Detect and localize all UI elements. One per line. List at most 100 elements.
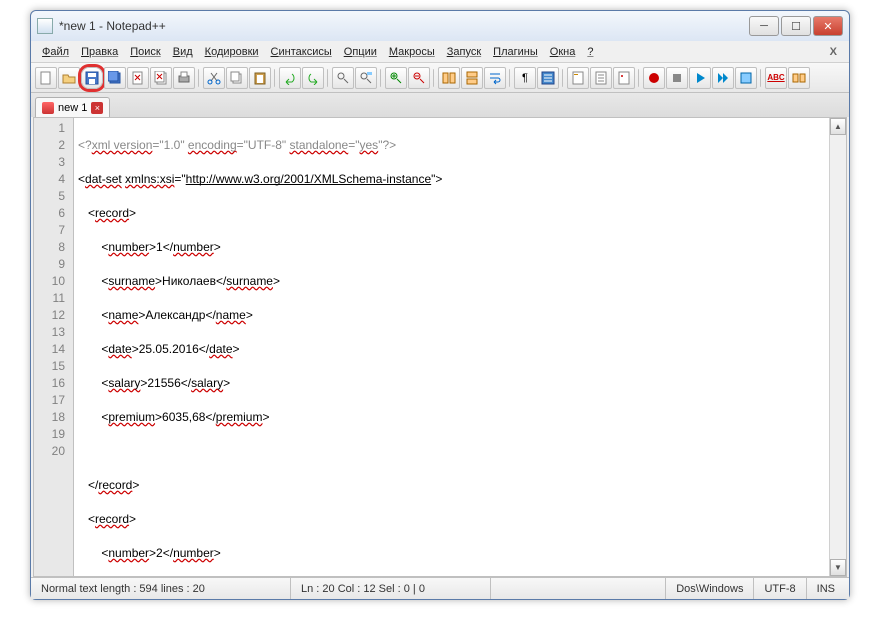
line-number: 1 bbox=[34, 120, 65, 137]
vertical-scrollbar[interactable]: ▲ ▼ bbox=[829, 118, 846, 576]
separator-icon bbox=[198, 69, 200, 87]
line-number: 17 bbox=[34, 392, 65, 409]
line-number: 19 bbox=[34, 426, 65, 443]
scroll-track[interactable] bbox=[830, 135, 846, 559]
window-title: *new 1 - Notepad++ bbox=[59, 19, 749, 33]
file-modified-icon bbox=[42, 102, 54, 114]
line-number: 7 bbox=[34, 222, 65, 239]
line-number: 9 bbox=[34, 256, 65, 273]
status-eol[interactable]: Dos\Windows bbox=[666, 578, 754, 599]
line-number: 15 bbox=[34, 358, 65, 375]
close-button[interactable]: ✕ bbox=[813, 16, 843, 36]
menu-encoding[interactable]: Кодировки bbox=[200, 44, 264, 60]
titlebar[interactable]: *new 1 - Notepad++ ─ ☐ ✕ bbox=[31, 11, 849, 41]
record-macro-button[interactable] bbox=[643, 67, 665, 89]
save-all-button[interactable] bbox=[104, 67, 126, 89]
menu-view[interactable]: Вид bbox=[168, 44, 198, 60]
folder-tree-button[interactable] bbox=[613, 67, 635, 89]
func-list-button[interactable] bbox=[590, 67, 612, 89]
tab-close-button[interactable]: × bbox=[91, 102, 103, 114]
close-all-button[interactable] bbox=[150, 67, 172, 89]
menu-close-x[interactable]: X bbox=[824, 46, 843, 58]
doc-map-button[interactable] bbox=[567, 67, 589, 89]
minimize-button[interactable]: ─ bbox=[749, 16, 779, 36]
status-encoding[interactable]: UTF-8 bbox=[754, 578, 806, 599]
line-number: 13 bbox=[34, 324, 65, 341]
separator-icon bbox=[274, 69, 276, 87]
line-number: 14 bbox=[34, 341, 65, 358]
line-number: 4 bbox=[34, 171, 65, 188]
play-multi-button[interactable] bbox=[712, 67, 734, 89]
find-button[interactable] bbox=[332, 67, 354, 89]
menu-plugins[interactable]: Плагины bbox=[488, 44, 543, 60]
wrap-button[interactable] bbox=[484, 67, 506, 89]
line-number: 11 bbox=[34, 290, 65, 307]
menu-file[interactable]: Файл bbox=[37, 44, 74, 60]
line-number: 5 bbox=[34, 188, 65, 205]
line-number: 18 bbox=[34, 409, 65, 426]
separator-icon bbox=[433, 69, 435, 87]
line-number: 10 bbox=[34, 273, 65, 290]
line-number: 6 bbox=[34, 205, 65, 222]
line-number: 12 bbox=[34, 307, 65, 324]
open-file-button[interactable] bbox=[58, 67, 80, 89]
tabbar: new 1 × bbox=[31, 93, 849, 117]
zoom-out-button[interactable] bbox=[408, 67, 430, 89]
close-file-button[interactable] bbox=[127, 67, 149, 89]
tab-new1[interactable]: new 1 × bbox=[35, 97, 110, 117]
editor: 1 2 3 4 5 6 7 8 9 10 11 12 13 14 15 16 1… bbox=[33, 117, 847, 577]
undo-button[interactable] bbox=[279, 67, 301, 89]
menu-edit[interactable]: Правка bbox=[76, 44, 123, 60]
play-macro-button[interactable] bbox=[689, 67, 711, 89]
menu-search[interactable]: Поиск bbox=[125, 44, 165, 60]
status-length: Normal text length : 594 lines : 20 bbox=[31, 578, 291, 599]
separator-icon bbox=[509, 69, 511, 87]
copy-button[interactable] bbox=[226, 67, 248, 89]
save-macro-button[interactable] bbox=[735, 67, 757, 89]
menu-macro[interactable]: Макросы bbox=[384, 44, 440, 60]
line-number: 20 bbox=[34, 443, 65, 460]
statusbar: Normal text length : 594 lines : 20 Ln :… bbox=[31, 577, 849, 599]
menu-run[interactable]: Запуск bbox=[442, 44, 486, 60]
sync-h-button[interactable] bbox=[461, 67, 483, 89]
indent-guide-button[interactable] bbox=[537, 67, 559, 89]
menu-language[interactable]: Синтаксисы bbox=[266, 44, 337, 60]
menu-settings[interactable]: Опции bbox=[339, 44, 382, 60]
save-button[interactable] bbox=[81, 67, 103, 89]
print-button[interactable] bbox=[173, 67, 195, 89]
replace-button[interactable] bbox=[355, 67, 377, 89]
sync-v-button[interactable] bbox=[438, 67, 460, 89]
stop-macro-button[interactable] bbox=[666, 67, 688, 89]
redo-button[interactable] bbox=[302, 67, 324, 89]
separator-icon bbox=[380, 69, 382, 87]
line-number: 3 bbox=[34, 154, 65, 171]
status-mode[interactable]: INS bbox=[807, 578, 849, 599]
paste-button[interactable] bbox=[249, 67, 271, 89]
tab-label: new 1 bbox=[58, 102, 87, 114]
status-position: Ln : 20 Col : 12 Sel : 0 | 0 bbox=[291, 578, 491, 599]
compare-button[interactable] bbox=[788, 67, 810, 89]
scroll-down-button[interactable]: ▼ bbox=[830, 559, 846, 576]
separator-icon bbox=[638, 69, 640, 87]
invisible-chars-button[interactable]: ¶ bbox=[514, 67, 536, 89]
app-icon bbox=[37, 18, 53, 34]
menu-help[interactable]: ? bbox=[582, 44, 598, 60]
line-number: 16 bbox=[34, 375, 65, 392]
separator-icon bbox=[562, 69, 564, 87]
code-area[interactable]: <?xml version="1.0" encoding="UTF-8" sta… bbox=[74, 118, 829, 576]
separator-icon bbox=[327, 69, 329, 87]
new-file-button[interactable] bbox=[35, 67, 57, 89]
cut-button[interactable] bbox=[203, 67, 225, 89]
toolbar: ¶ ABC bbox=[31, 63, 849, 93]
scroll-up-button[interactable]: ▲ bbox=[830, 118, 846, 135]
line-gutter: 1 2 3 4 5 6 7 8 9 10 11 12 13 14 15 16 1… bbox=[34, 118, 74, 576]
line-number: 2 bbox=[34, 137, 65, 154]
zoom-in-button[interactable] bbox=[385, 67, 407, 89]
separator-icon bbox=[760, 69, 762, 87]
maximize-button[interactable]: ☐ bbox=[781, 16, 811, 36]
app-window: *new 1 - Notepad++ ─ ☐ ✕ Файл Правка Пои… bbox=[30, 10, 850, 600]
menubar: Файл Правка Поиск Вид Кодировки Синтакси… bbox=[31, 41, 849, 63]
line-number: 8 bbox=[34, 239, 65, 256]
spellcheck-button[interactable]: ABC bbox=[765, 67, 787, 89]
menu-window[interactable]: Окна bbox=[545, 44, 581, 60]
